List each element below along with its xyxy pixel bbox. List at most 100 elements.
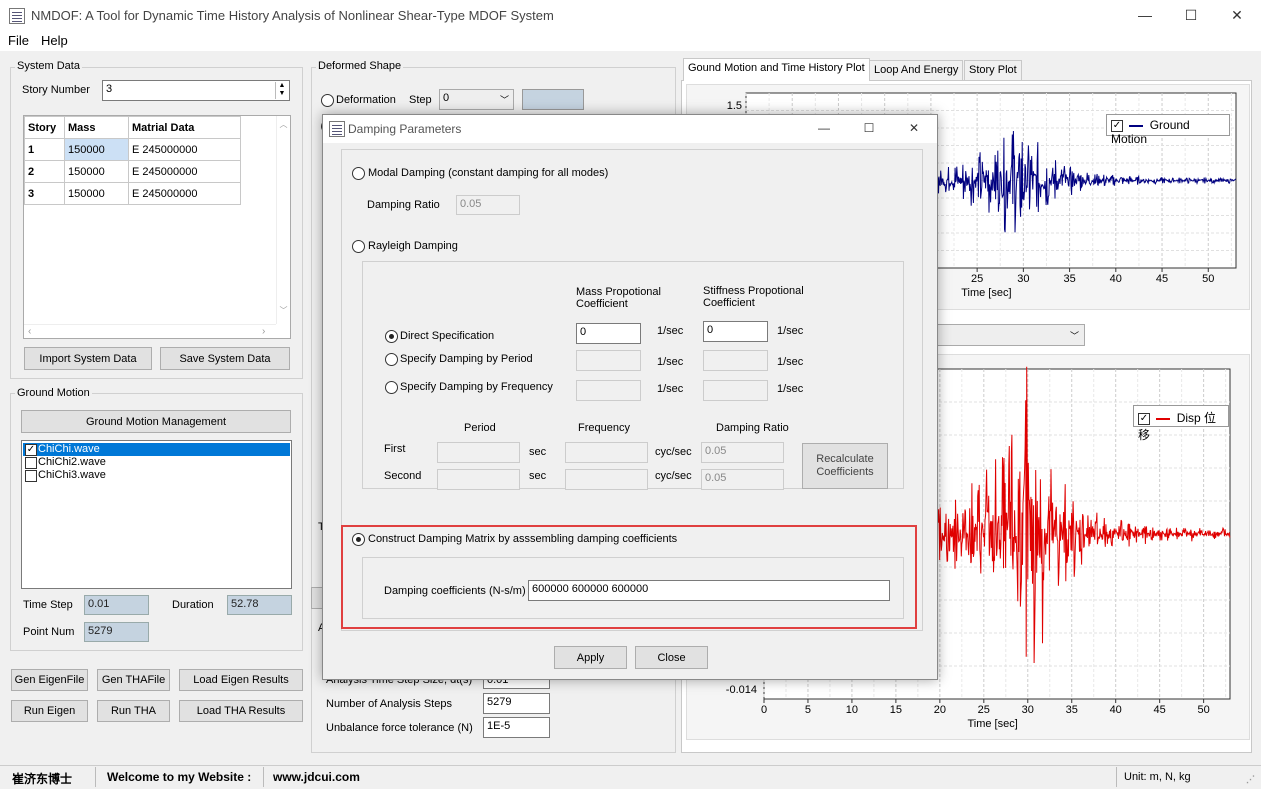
first-damping-ratio-field[interactable]: 0.05 xyxy=(701,442,784,463)
table-cell[interactable]: 3 xyxy=(24,182,65,205)
mass-coefficient-field[interactable] xyxy=(576,350,641,371)
mass-coefficient-field[interactable] xyxy=(576,380,641,401)
table-cell[interactable]: 150000 xyxy=(64,182,129,205)
checkbox-icon[interactable] xyxy=(25,470,37,482)
scroll-left-icon[interactable]: ‹ xyxy=(28,325,31,338)
chevron-down-icon: ﹀ xyxy=(1069,331,1079,341)
y-tick-label: -0.014 xyxy=(726,684,757,696)
story-select-dropdown[interactable]: ﹀ xyxy=(935,324,1085,346)
modal-damping-radio[interactable] xyxy=(352,167,365,180)
tab-story-plot[interactable]: Story Plot xyxy=(964,60,1022,80)
damping-by-period-label: Specify Damping by Period xyxy=(400,353,533,365)
checkbox-icon[interactable] xyxy=(25,457,37,469)
close-window-button[interactable]: ✕ xyxy=(1214,0,1260,31)
units-label: Unit: m, N, kg xyxy=(1124,771,1191,783)
first-frequency-field[interactable] xyxy=(565,442,648,463)
scroll-up-icon[interactable]: ︿ xyxy=(277,119,290,130)
damping-coefficients-label: Damping coefficients (N-s/m) xyxy=(384,585,526,597)
scroll-right-icon[interactable]: › xyxy=(262,325,265,338)
system-data-label: System Data xyxy=(15,60,82,72)
menu-help[interactable]: Help xyxy=(41,33,68,48)
stiffness-coefficient-input[interactable]: 0 xyxy=(703,321,768,342)
legend-checkbox-icon[interactable]: ✓ xyxy=(1111,119,1123,132)
dialog-maximize-button[interactable]: ☐ xyxy=(846,115,892,143)
second-period-field[interactable] xyxy=(437,469,520,490)
duration-field: 52.78 xyxy=(227,595,292,615)
list-item[interactable]: ChiChi2.wave xyxy=(38,456,106,468)
minimize-button[interactable]: — xyxy=(1122,0,1168,31)
horizontal-scrollbar[interactable]: ‹ › xyxy=(24,324,276,338)
load-tha-results-button[interactable]: Load THA Results xyxy=(179,700,303,722)
damping-coefficients-input[interactable]: 600000 600000 600000 xyxy=(528,580,890,601)
tolerance-field[interactable]: 1E-5 xyxy=(483,717,550,738)
tab-loop-energy[interactable]: Loop And Energy xyxy=(869,60,964,80)
second-frequency-field[interactable] xyxy=(565,469,648,490)
damping-by-frequency-label: Specify Damping by Frequency xyxy=(400,381,553,393)
table-cell[interactable]: E 245000000 xyxy=(128,138,241,161)
vertical-scrollbar[interactable]: ︿ ﹀ xyxy=(276,116,290,324)
first-period-field[interactable] xyxy=(437,442,520,463)
list-item[interactable]: ChiChi.wave xyxy=(38,443,100,455)
run-eigen-button[interactable]: Run Eigen xyxy=(11,700,88,722)
import-system-data-button[interactable]: Import System Data xyxy=(24,347,152,370)
rayleigh-damping-label: Rayleigh Damping xyxy=(368,240,458,252)
scroll-down-icon[interactable]: ﹀ xyxy=(277,305,290,316)
num-steps-field[interactable]: 5279 xyxy=(483,693,550,714)
gen-eigenfile-button[interactable]: Gen EigenFile xyxy=(11,669,88,691)
rayleigh-damping-radio[interactable] xyxy=(352,240,365,253)
resize-grip-icon[interactable]: ⋰ xyxy=(1246,774,1255,785)
stiffness-coefficient-field[interactable] xyxy=(703,350,768,371)
dialog-minimize-button[interactable]: — xyxy=(801,115,847,143)
close-button[interactable]: Close xyxy=(635,646,708,669)
unit-label: 1/sec xyxy=(777,356,804,368)
table-cell[interactable]: 150000 xyxy=(64,160,129,183)
unit-label: 1/sec xyxy=(777,383,804,395)
maximize-button[interactable]: ☐ xyxy=(1168,0,1214,31)
table-cell[interactable]: 2 xyxy=(24,160,65,183)
table-cell[interactable]: 150000 xyxy=(64,138,129,161)
y-tick-label: 1.5 xyxy=(727,100,742,112)
ground-motion-management-button[interactable]: Ground Motion Management xyxy=(21,410,291,433)
num-steps-label: Number of Analysis Steps xyxy=(326,698,452,710)
load-eigen-results-button[interactable]: Load Eigen Results xyxy=(179,669,303,691)
damping-by-frequency-radio[interactable] xyxy=(385,381,398,394)
analysis-time-step-field[interactable]: 0.01 xyxy=(483,680,550,689)
color-swatch[interactable] xyxy=(522,89,584,110)
apply-button[interactable]: Apply xyxy=(554,646,627,669)
direct-specification-radio[interactable] xyxy=(385,330,398,343)
deformation-radio[interactable] xyxy=(321,94,334,107)
analysis-time-step-label: Analysis Time Step Size, dt(s) xyxy=(326,680,473,686)
damping-by-period-radio[interactable] xyxy=(385,353,398,366)
x-axis-label: Time [sec] xyxy=(961,287,1011,299)
spinner-arrows-icon[interactable]: ▲ ▼ xyxy=(275,82,288,99)
step-dropdown[interactable]: 0 ﹀ xyxy=(439,89,514,110)
unit-label: 1/sec xyxy=(657,383,684,395)
second-damping-ratio-field[interactable]: 0.05 xyxy=(701,469,784,490)
mass-coefficient-input[interactable]: 0 xyxy=(576,323,641,344)
x-tick-label: 15 xyxy=(890,704,902,716)
legend-checkbox-icon[interactable]: ✓ xyxy=(1138,412,1150,425)
tab-ground-motion[interactable]: Gound Motion and Time History Plot xyxy=(683,58,870,81)
gen-thafile-button[interactable]: Gen THAFile xyxy=(97,669,170,691)
damping-ratio-field[interactable]: 0.05 xyxy=(456,195,520,215)
table-row: 3 150000 E 245000000 xyxy=(24,182,241,205)
table-cell[interactable]: 1 xyxy=(24,138,65,161)
table-cell[interactable]: E 245000000 xyxy=(128,160,241,183)
table-header: Story xyxy=(24,116,65,139)
dialog-close-x-button[interactable]: ✕ xyxy=(891,115,937,143)
construct-damping-radio[interactable] xyxy=(352,533,365,546)
save-system-data-button[interactable]: Save System Data xyxy=(160,347,290,370)
stiffness-coefficient-field[interactable] xyxy=(703,380,768,401)
run-tha-button[interactable]: Run THA xyxy=(97,700,170,722)
x-tick-label: 45 xyxy=(1154,704,1166,716)
status-bar: 崔济东博士 Welcome to my Website : www.jdcui.… xyxy=(0,765,1261,789)
website-link[interactable]: www.jdcui.com xyxy=(273,770,360,784)
menu-file[interactable]: File xyxy=(8,33,29,48)
x-tick-label: 50 xyxy=(1202,273,1214,285)
list-item[interactable]: ChiChi3.wave xyxy=(38,469,106,481)
story-number-input[interactable]: 3 ▲ ▼ xyxy=(102,80,290,101)
recalculate-coefficients-button[interactable]: Recalculate Coefficients xyxy=(802,443,888,489)
table-cell[interactable]: E 245000000 xyxy=(128,182,241,205)
mass-coef-header: Mass Propotional Coefficient xyxy=(576,286,661,310)
checkbox-checked-icon[interactable]: ✓ xyxy=(25,444,37,456)
